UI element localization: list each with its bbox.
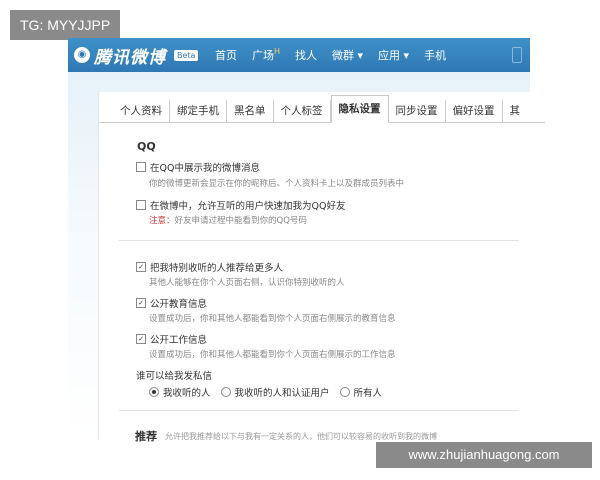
dm-option-following-label: 我收听的人 — [163, 388, 211, 399]
show-weibo-in-qq-checkbox[interactable] — [136, 162, 146, 172]
recommend-desc: 允许把我推荐给以下与我有一定关系的人，他们可以较容易的收听到我的微博 — [165, 432, 437, 441]
show-weibo-in-qq-option[interactable]: 在QQ中展示我的微博消息 — [136, 160, 260, 174]
top-nav-bar: ◉ 腾讯微博 Beta 首页 广场H 找人 微群 ▾ 应用 ▾ 手机 — [68, 38, 530, 73]
public-education-label: 公开教育信息 — [150, 299, 208, 310]
nav-apps[interactable]: 应用 ▾ — [378, 47, 409, 63]
logo-text: 腾讯微博 — [94, 47, 166, 68]
tab-personal-tags[interactable]: 个人标签 — [274, 100, 331, 122]
tab-profile[interactable]: 个人资料 — [113, 100, 170, 122]
settings-tabs: 个人资料 绑定手机 黑名单 个人标签 隐私设置 同步设置 偏好设置 其 — [99, 92, 545, 123]
public-education-checkbox[interactable]: ✓ — [136, 298, 146, 308]
recommend-title: 推荐 — [135, 430, 157, 443]
section-divider — [119, 240, 519, 241]
tab-bind-phone[interactable]: 绑定手机 — [170, 100, 227, 122]
nav-home[interactable]: 首页 — [215, 47, 237, 63]
recommend-followed-checkbox[interactable]: ✓ — [136, 262, 146, 272]
public-work-checkbox[interactable]: ✓ — [136, 334, 146, 344]
app-logo[interactable]: ◉ 腾讯微博 Beta — [74, 43, 199, 68]
public-work-desc: 设置成功后，你和其他人都能看到你个人页面右侧展示的工作信息 — [149, 350, 396, 360]
tab-more[interactable]: 其 — [503, 100, 528, 122]
dm-radio-everyone[interactable] — [339, 387, 350, 397]
dm-option-following[interactable]: 我收听的人 — [149, 385, 211, 399]
watermark: www.zhujianhuagong.com — [376, 442, 592, 468]
note-text: 好友申请过程中能看到你的QQ号码 — [174, 216, 307, 226]
tab-blacklist[interactable]: 黑名单 — [227, 100, 274, 122]
dm-option-following-verified[interactable]: 我收听的人和认证用户 — [220, 385, 330, 399]
allow-qq-friend-label: 在微博中，允许互听的用户快速加我为QQ好友 — [150, 201, 346, 212]
public-work-option[interactable]: ✓ 公开工作信息 — [136, 332, 207, 346]
beta-badge: Beta — [174, 49, 199, 61]
tab-sync[interactable]: 同步设置 — [389, 100, 446, 122]
dm-radio-following[interactable] — [149, 387, 159, 397]
public-education-desc: 设置成功后，你和其他人都能看到你个人页面右侧展示的教育信息 — [149, 314, 396, 324]
weibo-logo-icon: ◉ — [74, 47, 90, 63]
qq-section-title: QQ — [137, 140, 156, 153]
dm-radio-following-verified[interactable] — [220, 387, 231, 397]
allow-qq-friend-checkbox[interactable] — [136, 200, 146, 210]
recommend-followed-label: 把我特别收听的人推荐给更多人 — [150, 263, 284, 274]
show-weibo-in-qq-label: 在QQ中展示我的微博消息 — [150, 163, 260, 174]
dm-permission-title-text: 谁可以给我发私信 — [136, 371, 213, 382]
nav-groups[interactable]: 微群 ▾ — [332, 47, 363, 63]
dm-permission-title: 谁可以给我发私信 — [136, 368, 212, 382]
nav-mobile[interactable]: 手机 — [424, 47, 446, 63]
public-work-label: 公开工作信息 — [150, 335, 208, 346]
nav-find-people[interactable]: 找人 — [295, 47, 317, 63]
main-nav: 首页 广场H 找人 微群 ▾ 应用 ▾ 手机 — [215, 38, 446, 72]
section-divider-2 — [119, 410, 519, 411]
dm-option-everyone[interactable]: 所有人 — [339, 385, 383, 399]
dm-option-following-verified-label: 我收听的人和认证用户 — [234, 388, 330, 399]
note-label: 注意： — [149, 216, 175, 226]
show-weibo-in-qq-desc: 你的微博更新会显示在你的昵称后、个人资料卡上以及群成员列表中 — [149, 179, 405, 189]
nav-square-label: 广场 — [252, 49, 274, 62]
overlay-tag: TG: MYYJJPP — [10, 10, 121, 40]
recommend-followed-desc: 其他人能够在你个人页面右侧，认识你特别收听的人 — [149, 278, 345, 288]
tab-privacy[interactable]: 隐私设置 — [330, 95, 389, 123]
nav-square[interactable]: 广场H — [252, 47, 280, 63]
user-menu-icon[interactable] — [512, 47, 522, 63]
hot-badge: H — [274, 47, 281, 56]
allow-qq-friend-option[interactable]: 在微博中，允许互听的用户快速加我为QQ好友 — [136, 198, 345, 212]
dm-option-everyone-label: 所有人 — [353, 388, 383, 399]
public-education-option[interactable]: ✓ 公开教育信息 — [136, 296, 207, 310]
recommend-followed-option[interactable]: ✓ 把我特别收听的人推荐给更多人 — [136, 260, 283, 274]
settings-panel: 个人资料 绑定手机 黑名单 个人标签 隐私设置 同步设置 偏好设置 其 QQ 在… — [98, 92, 545, 443]
tab-preferences[interactable]: 偏好设置 — [446, 100, 503, 122]
dm-permission-options: 我收听的人 我收听的人和认证用户 所有人 — [149, 385, 382, 399]
allow-qq-friend-note: 注意：好友申请过程中能看到你的QQ号码 — [149, 214, 307, 226]
